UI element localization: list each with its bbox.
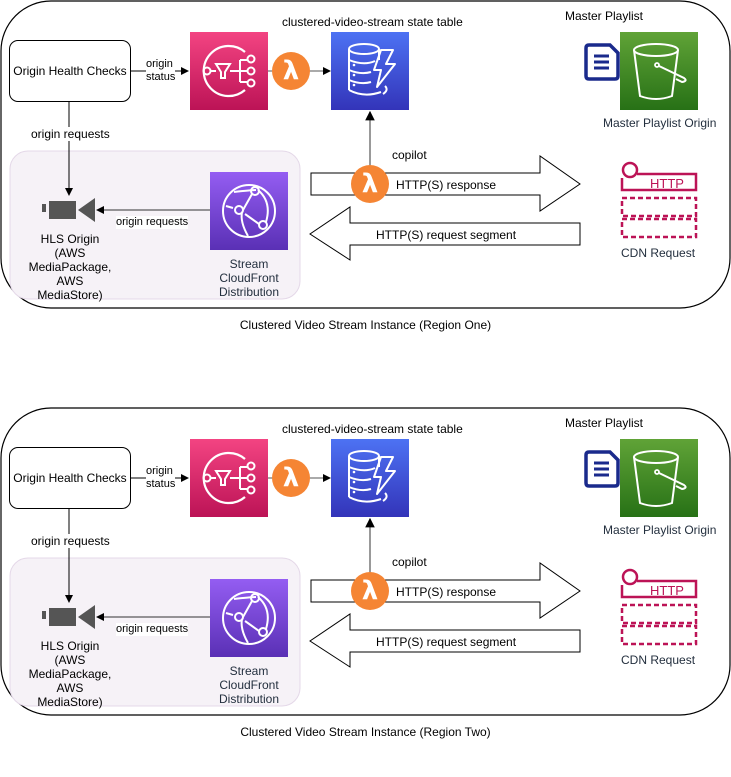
hls-origin-line: MediaPackage,	[28, 667, 112, 681]
http-request-segment-label: HTTP(S) request segment	[376, 228, 517, 242]
hls-origin-label: HLS Origin (AWS MediaPackage, AWS MediaS…	[20, 232, 120, 302]
lambda-icon[interactable]: λ	[272, 459, 310, 497]
region-title: Clustered Video Stream Instance (Region …	[239, 318, 492, 332]
hls-origin-line: MediaPackage,	[28, 260, 112, 274]
video-camera-icon[interactable]	[42, 196, 98, 224]
origin-requests-vertical-label: origin requests	[31, 127, 110, 141]
hls-origin-line: AWS	[56, 681, 84, 695]
origin-health-checks-box[interactable]: Origin Health Checks	[9, 40, 131, 102]
cloudfront-globe-icon	[222, 591, 276, 645]
playlist-document-icon	[584, 450, 620, 488]
origin-status-line2: status	[146, 478, 176, 490]
hls-origin-line: AWS	[56, 274, 84, 288]
cloudfront-line: CloudFront	[219, 271, 279, 285]
copilot-label: copilot	[392, 555, 427, 569]
cloudfront-label: Stream CloudFront Distribution	[209, 257, 289, 299]
origin-status-line1: origin	[146, 465, 173, 477]
playlist-document-icon	[584, 43, 620, 81]
copilot-lambda-icon[interactable]: λ	[351, 165, 389, 203]
master-playlist-label: Master Playlist	[565, 9, 644, 23]
region-title: Clustered Video Stream Instance (Region …	[240, 725, 491, 739]
copilot-label: copilot	[392, 148, 427, 162]
sns-glyph-icon	[202, 44, 256, 98]
cloudfront-line: Distribution	[218, 692, 280, 706]
http-badge-text: HTTP	[650, 176, 684, 191]
http-request-segment-label: HTTP(S) request segment	[376, 635, 517, 649]
origin-status-label: origin status	[146, 465, 176, 491]
cloudfront-line: Stream	[229, 257, 269, 271]
cdn-request-icon[interactable]: HTTP	[620, 567, 700, 649]
origin-status-label: origin status	[146, 58, 176, 84]
cloudfront-line: Distribution	[218, 285, 280, 299]
hls-origin-line: (AWS	[54, 246, 86, 260]
s3-bucket-icon[interactable]	[620, 32, 698, 110]
http-response-label: HTTP(S) response	[396, 585, 497, 599]
origin-requests-vertical-label: origin requests	[31, 534, 110, 548]
cdn-request-label: CDN Request	[621, 653, 696, 667]
hls-origin-line: MediaStore)	[37, 288, 103, 302]
region-diagram-2: Origin Health Checks origin status origi…	[0, 407, 731, 777]
bucket-glyph-icon	[633, 43, 687, 100]
copilot-lambda-icon[interactable]: λ	[351, 572, 389, 610]
master-playlist-label: Master Playlist	[565, 416, 644, 430]
state-table-label: clustered-video-stream state table	[282, 422, 463, 436]
master-playlist-origin-label: Master Playlist Origin	[603, 116, 717, 130]
origin-health-checks-label: Origin Health Checks	[13, 471, 127, 485]
hls-origin-line: HLS Origin	[40, 639, 100, 653]
dynamodb-glyph-icon	[348, 43, 396, 96]
origin-requests-horizontal-label: origin requests	[116, 216, 189, 229]
cloudfront-globe-icon	[222, 184, 276, 238]
hls-origin-label: HLS Origin (AWS MediaPackage, AWS MediaS…	[20, 639, 120, 709]
cloudfront-line: CloudFront	[219, 678, 279, 692]
sns-icon[interactable]	[190, 32, 268, 110]
hls-origin-line: (AWS	[54, 653, 86, 667]
dynamodb-icon[interactable]	[331, 439, 409, 517]
origin-health-checks-label: Origin Health Checks	[13, 64, 127, 78]
cdn-request-label: CDN Request	[621, 246, 696, 260]
origin-status-line1: origin	[146, 58, 173, 70]
cloudfront-label: Stream CloudFront Distribution	[209, 664, 289, 706]
http-badge-text: HTTP	[650, 583, 684, 598]
origin-status-line2: status	[146, 71, 176, 83]
dynamodb-glyph-icon	[348, 450, 396, 503]
http-response-label: HTTP(S) response	[396, 178, 497, 192]
state-table-label: clustered-video-stream state table	[282, 15, 463, 29]
cloudfront-line: Stream	[229, 664, 269, 678]
bucket-glyph-icon	[633, 450, 687, 507]
lambda-icon[interactable]: λ	[272, 52, 310, 90]
cloudfront-icon[interactable]	[210, 579, 288, 657]
region-diagram-1: Origin Health Checks origin status origi…	[0, 0, 731, 370]
sns-glyph-icon	[202, 451, 256, 505]
s3-bucket-icon[interactable]	[620, 439, 698, 517]
origin-requests-horizontal-label: origin requests	[116, 623, 189, 636]
dynamodb-icon[interactable]	[331, 32, 409, 110]
sns-icon[interactable]	[190, 439, 268, 517]
master-playlist-origin-label: Master Playlist Origin	[603, 523, 717, 537]
hls-origin-line: HLS Origin	[40, 232, 100, 246]
cdn-request-icon[interactable]: HTTP	[620, 160, 700, 242]
cloudfront-icon[interactable]	[210, 172, 288, 250]
origin-health-checks-box[interactable]: Origin Health Checks	[9, 447, 131, 509]
video-camera-icon[interactable]	[42, 603, 98, 631]
hls-origin-line: MediaStore)	[37, 695, 103, 709]
